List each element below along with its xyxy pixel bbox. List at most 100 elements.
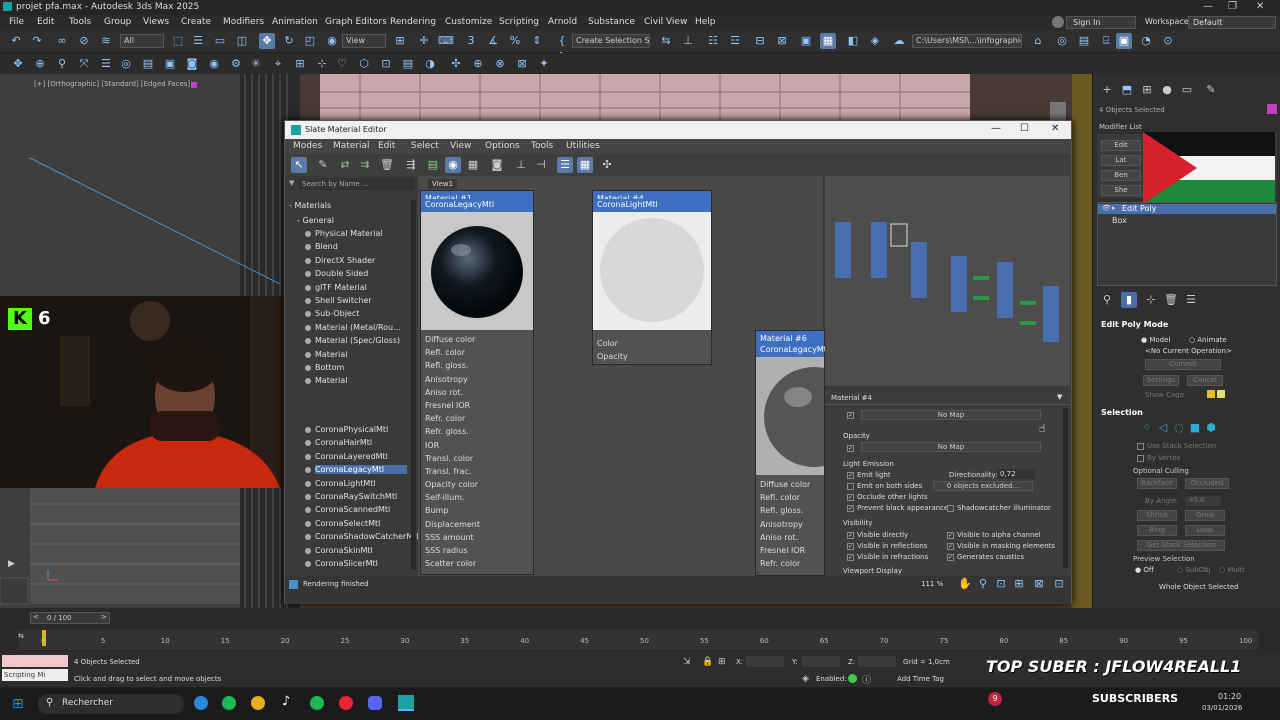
show-background-icon[interactable]: ◙	[489, 157, 505, 173]
node-input-slot[interactable]: Bump	[421, 504, 533, 517]
node-input-slot[interactable]: Diffuse color	[756, 478, 824, 491]
node-input-slot[interactable]: IOR	[421, 439, 533, 452]
browser-group-general[interactable]: - General	[297, 216, 334, 225]
snap-face-icon[interactable]: ⊠	[514, 56, 530, 72]
isolate-selection-icon[interactable]: ⇲	[683, 657, 691, 667]
node-input-slot[interactable]: Refr. color	[421, 412, 533, 425]
show-realistic-material-icon[interactable]: ▦	[465, 157, 481, 173]
stack-item-box[interactable]: Box	[1112, 216, 1127, 225]
viewport-play-icon[interactable]: ▶	[8, 559, 15, 569]
browser-item-corona[interactable]: CoronaLayeredMtl	[315, 452, 388, 461]
zoom-level-field[interactable]: 111 %	[919, 579, 945, 590]
browser-item-general[interactable]: Material (Metal/Rou...	[315, 323, 401, 332]
mirror-icon[interactable]: ⇆	[658, 33, 674, 49]
box-icon[interactable]: ▣	[162, 56, 178, 72]
material-node-6[interactable]: Material #6 CoronaLegacyMtl Diffuse colo…	[755, 330, 864, 576]
browser-item-corona[interactable]: CoronaShadowCatcherMtl	[315, 532, 419, 541]
pan-to-selected-icon[interactable]: ⊡	[1051, 576, 1067, 592]
cage-color-swatch[interactable]	[1207, 390, 1215, 398]
taskbar-time[interactable]: 01:20	[1218, 692, 1241, 701]
link-icon[interactable]: ∞	[54, 33, 70, 49]
help-icon[interactable]: ⊙	[1160, 33, 1176, 49]
user-icon[interactable]	[1052, 16, 1064, 28]
menu-arnold[interactable]: Arnold	[548, 17, 577, 27]
windows-start-icon[interactable]: ⊞	[12, 696, 24, 712]
menu-modifiers[interactable]: Modifiers	[223, 17, 264, 27]
hierarchy-tab-icon[interactable]: ⊞	[1139, 82, 1155, 98]
menu-group[interactable]: Group	[104, 17, 131, 27]
open-explorer-icon[interactable]: ◎	[1054, 33, 1070, 49]
excluded-objects-button[interactable]: 0 objects excluded...	[933, 481, 1033, 491]
cancel-button[interactable]: Cancel	[1187, 375, 1223, 386]
helper-icon[interactable]: ⊞	[292, 56, 308, 72]
browser-item-general[interactable]: Sub-Object	[315, 309, 359, 318]
material-editor-icon[interactable]: ▣	[798, 33, 814, 49]
bind-space-warp-icon[interactable]: ≋	[98, 33, 114, 49]
node-input-slot[interactable]: Refl. gloss.	[756, 504, 824, 517]
window-crossing-icon[interactable]: ◫	[234, 33, 250, 49]
stack-btn-lattice[interactable]: Lat	[1101, 155, 1141, 166]
browser-group-materials[interactable]: - Materials	[289, 201, 331, 210]
model-radio[interactable]: ● Model	[1141, 336, 1170, 344]
motion-tab-icon[interactable]: ●	[1159, 82, 1175, 98]
browser-item-corona[interactable]: CoronaPhysicalMtl	[315, 425, 388, 434]
node-input-slot[interactable]: Self-illum.	[421, 491, 533, 504]
hide-unused-slots-icon[interactable]: ▤	[425, 157, 441, 173]
zoom-extents-icon[interactable]: ⊞	[1011, 576, 1027, 592]
browser-item-general[interactable]: Physical Material	[315, 229, 383, 238]
browser-item-general[interactable]: Bottom	[315, 363, 344, 372]
shadowcatcher-checkbox[interactable]: Shadowcatcher illuminator	[947, 504, 1051, 512]
select-and-place-icon[interactable]: ◉	[324, 33, 340, 49]
utilities-tab-icon[interactable]: ✎	[1203, 82, 1219, 98]
node-input-slot[interactable]: Opacity	[593, 350, 711, 363]
render-message-icon[interactable]: ▤	[1076, 33, 1092, 49]
keyboard-shortcut-override-icon[interactable]: ⌨	[438, 33, 454, 49]
node-input-slot[interactable]: Scatter color	[421, 557, 533, 570]
enabled-indicator[interactable]	[848, 674, 857, 683]
edge-icon[interactable]: ◁	[1155, 420, 1171, 436]
by-angle-spinner[interactable]: 45,0	[1185, 496, 1221, 506]
prev-frame-icon[interactable]: <	[33, 613, 39, 621]
sme-close-icon[interactable]: ✕	[1051, 123, 1059, 134]
layout-children-icon[interactable]: ⊣	[533, 157, 549, 173]
menu-tools[interactable]: Tools	[69, 17, 91, 27]
sme-minimize-icon[interactable]: —	[991, 123, 1001, 134]
modifier-list-dropdown[interactable]: Modifier List	[1099, 123, 1142, 131]
pan-icon[interactable]: ✋	[957, 576, 973, 592]
extended-icon[interactable]: ⊕	[32, 56, 48, 72]
cylinder-icon[interactable]: ◙	[184, 56, 200, 72]
help-search-icon[interactable]: ◔	[1138, 33, 1154, 49]
browser-item-corona[interactable]: CoronaHairMtl	[315, 438, 372, 447]
node-input-slot[interactable]: SSS radius	[421, 544, 533, 557]
menu-create[interactable]: Create	[181, 17, 211, 27]
assign-material-icon[interactable]: ⇉	[357, 157, 373, 173]
border-icon[interactable]: ◌	[1171, 420, 1187, 436]
visible-alpha-checkbox[interactable]: ✓ Visible to alpha channel	[947, 531, 1041, 539]
put-to-scene-icon[interactable]: ⇄	[337, 157, 353, 173]
pin-icon[interactable]: ⚲	[54, 56, 70, 72]
preview-subobj-radio[interactable]: ○ SubObj	[1177, 566, 1211, 574]
edit-named-selection-icon[interactable]: { }	[554, 33, 570, 63]
generates-caustics-checkbox[interactable]: ✓ Generates caustics	[947, 553, 1024, 561]
workspaces-dropdown[interactable]: Default	[1188, 16, 1276, 29]
chrome-icon[interactable]	[251, 696, 265, 710]
browser-item-general[interactable]: Shell Switcher	[315, 296, 372, 305]
menu-help[interactable]: Help	[695, 17, 716, 27]
preview-off-radio[interactable]: ● Off	[1135, 566, 1154, 574]
node-input-slot[interactable]: Aniso rot.	[756, 531, 824, 544]
move-children-icon[interactable]: ⇶	[403, 157, 419, 173]
menu-scripting[interactable]: Scripting	[499, 17, 539, 27]
node-input-slot[interactable]: Fresnel IOR	[421, 399, 533, 412]
create-tab-icon[interactable]: +	[1099, 82, 1115, 98]
node-input-slot[interactable]: Anisotropy	[756, 518, 824, 531]
node-input-slot[interactable]: Transl. frac.	[421, 465, 533, 478]
snap-pivot-icon[interactable]: ✦	[536, 56, 552, 72]
transform-icon[interactable]: ◎	[118, 56, 134, 72]
percent-snap-icon[interactable]: %	[507, 33, 523, 49]
next-frame-icon[interactable]: >	[101, 613, 107, 621]
browser-item-general[interactable]: Material	[315, 376, 348, 385]
snaps-toggle-icon[interactable]: 3	[463, 33, 479, 49]
unlink-icon[interactable]: ⊘	[76, 33, 92, 49]
node-4-header[interactable]: Material #4 CoronaLightMtl	[593, 191, 711, 212]
undo-icon[interactable]: ↶	[8, 33, 24, 49]
